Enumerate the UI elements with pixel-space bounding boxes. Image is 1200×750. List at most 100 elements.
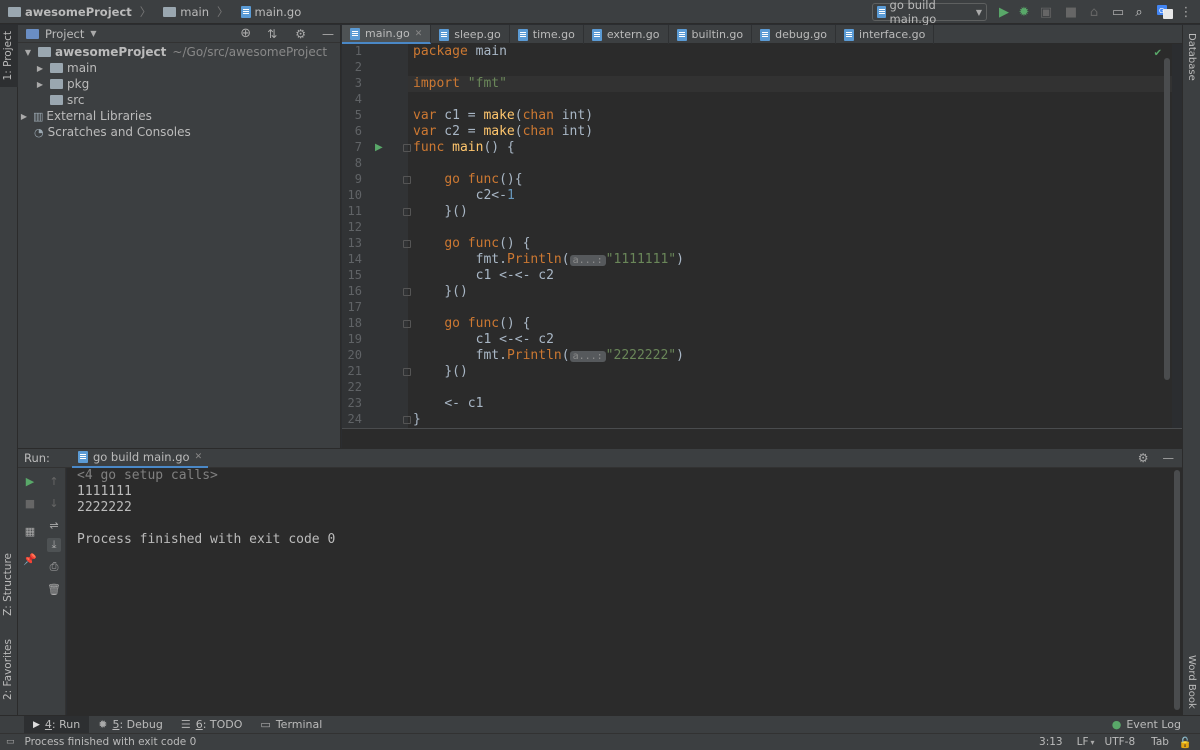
breadcrumb-folder[interactable]: main 〉 [155,4,232,20]
collapse-all-icon[interactable]: ⇅ [267,27,277,41]
editor-tab-time-go[interactable]: time.go [510,25,584,44]
stop-icon[interactable]: ■ [1063,4,1079,20]
tool-tab-run[interactable]: ▶ 4: Run [24,715,90,734]
folder-icon [8,6,21,17]
editor-tab-main-go[interactable]: main.go ✕ [342,25,432,44]
line-number: 12 [347,220,362,234]
fold-marker-icon[interactable] [403,320,411,328]
inspection-ok-icon[interactable]: ✔ [1154,48,1162,59]
project-structure-icon[interactable]: ▭ [1110,4,1126,20]
fold-marker-icon[interactable] [403,368,411,376]
soft-wrap-icon[interactable]: ⇌ [47,518,61,532]
fold-marker-icon[interactable] [403,176,411,184]
fold-marker-icon[interactable] [403,288,411,296]
breadcrumb-file[interactable]: main.go [233,5,306,19]
code-line-15: c1 <-<- c2 [413,268,554,284]
line-separator[interactable]: LF [1077,736,1089,748]
rerun-icon[interactable]: ▶ [23,474,37,488]
layout-icon[interactable]: ▦ [23,524,37,538]
chevron-down-icon[interactable]: ▼ [22,48,34,57]
editor-tab-builtin-go[interactable]: builtin.go [669,25,753,44]
chevron-down-icon[interactable]: ▼ [90,29,96,38]
console-line[interactable]: <4 go setup calls> [77,468,1172,484]
stop-icon[interactable]: ■ [23,496,37,510]
chevron-right-icon[interactable]: ▶ [34,64,46,73]
event-log-icon: ● [1111,718,1122,731]
run-configuration-select[interactable]: go build main.go ▼ [872,0,987,26]
search-icon[interactable]: ⌕ [1131,4,1147,20]
string-token: "1111111" [605,252,677,267]
fold-marker-icon[interactable] [403,416,411,424]
file-encoding[interactable]: UTF-8 [1105,736,1136,748]
run-console[interactable]: <4 go setup calls> 1111111 2222222 Proce… [67,468,1182,715]
editor-tab-sleep-go[interactable]: sleep.go [431,25,510,44]
tool-tab-todo[interactable]: ☰ 6: TODO [172,716,252,734]
console-line: 1111111 [77,484,132,499]
event-log-button[interactable]: ● Event Log [1103,716,1190,734]
debug-icon[interactable]: ✹ [1016,4,1032,20]
tool-windows-icon[interactable]: ▭ [6,737,15,747]
chevron-right-icon[interactable]: ▶ [18,112,30,121]
arrow-up-icon[interactable]: ↑ [47,474,61,488]
tool-tab-terminal[interactable]: ▭ Terminal [251,716,331,734]
console-scrollbar[interactable] [1174,470,1180,710]
code-token: main [467,44,507,59]
tree-item-main[interactable]: ▶ main [18,60,340,76]
fold-marker-icon[interactable] [403,240,411,248]
editor-tab-debug-go[interactable]: debug.go [752,25,837,44]
run-icon[interactable]: ▶ [996,4,1012,20]
keyword-token: var [413,108,437,123]
code-token: ) [676,252,684,267]
tree-item-src[interactable]: src [18,92,340,108]
tool-tab-word-book[interactable]: Word Book [1186,655,1197,709]
tool-tab-database[interactable]: Database [1186,33,1197,81]
minimize-icon[interactable]: — [322,27,334,41]
tool-tab-structure[interactable]: Z: Structure [2,553,14,616]
pin-icon[interactable]: 📌 [23,552,37,566]
indent-setting[interactable]: Tab [1151,736,1169,748]
tool-tab-project[interactable]: 1: Project [2,31,14,80]
breadcrumb-project[interactable]: awesomeProject 〉 [0,4,155,20]
editor-scrollbar[interactable] [1164,58,1170,380]
run-tab-label: go build main.go [92,450,190,464]
target-icon[interactable]: ⊕ [240,26,251,41]
folder-icon [50,79,63,89]
code-token: () { [499,236,531,251]
close-icon[interactable]: ✕ [415,29,423,39]
run-gutter-icon[interactable]: ▶ [375,142,383,153]
fold-marker-icon[interactable] [403,208,411,216]
chevron-right-icon[interactable]: ▶ [34,80,46,89]
fold-marker-icon[interactable] [403,144,411,152]
gear-icon[interactable]: ⚙ [295,27,306,41]
scroll-to-end-icon[interactable]: ⤓ [47,538,61,552]
more-icon[interactable]: ⋮ [1178,4,1194,20]
close-icon[interactable]: ✕ [195,452,203,462]
go-file-icon [77,451,88,463]
run-tab-go-build[interactable]: go build main.go ✕ [71,449,209,468]
editor-tab-interface-go[interactable]: interface.go [836,25,935,44]
tool-tab-debug[interactable]: ✹ 5: Debug [89,716,172,734]
build-icon[interactable]: ⌂ [1086,4,1102,20]
tree-item-external-libraries[interactable]: ▶ ▥ External Libraries [18,108,340,124]
event-log-label: Event Log [1126,718,1181,731]
coverage-icon[interactable]: ▣ [1038,4,1054,20]
code-token: c2<- [475,188,507,203]
editor-tab-extern-go[interactable]: extern.go [584,25,669,44]
lock-icon[interactable]: 🔓 [1179,736,1192,749]
run-icon: ▶ [33,719,40,730]
code-editor[interactable]: 1 2 3 4 5 6 7 8 9 10 11 12 13 14 15 16 1… [342,44,1172,428]
minimize-icon[interactable]: — [1163,451,1175,465]
translate-icon[interactable]: G [1157,4,1173,20]
line-number: 20 [347,348,362,362]
tree-item-pkg[interactable]: ▶ pkg [18,76,340,92]
caret-position[interactable]: 3:13 [1039,736,1063,748]
tree-item-scratches[interactable]: ◔ Scratches and Consoles [18,124,340,140]
gear-icon[interactable]: ⚙ [1138,451,1149,465]
line-number: 17 [347,300,362,314]
arrow-down-icon[interactable]: ↓ [47,496,61,510]
tool-tab-favorites[interactable]: 2: Favorites [2,639,14,700]
print-icon[interactable]: ⎙ [47,560,61,574]
tree-item-project[interactable]: ▼ awesomeProject ~/Go/src/awesomeProject [18,44,340,60]
trash-icon[interactable]: 🗑 [47,582,61,596]
project-view-select[interactable]: Project [45,27,84,41]
